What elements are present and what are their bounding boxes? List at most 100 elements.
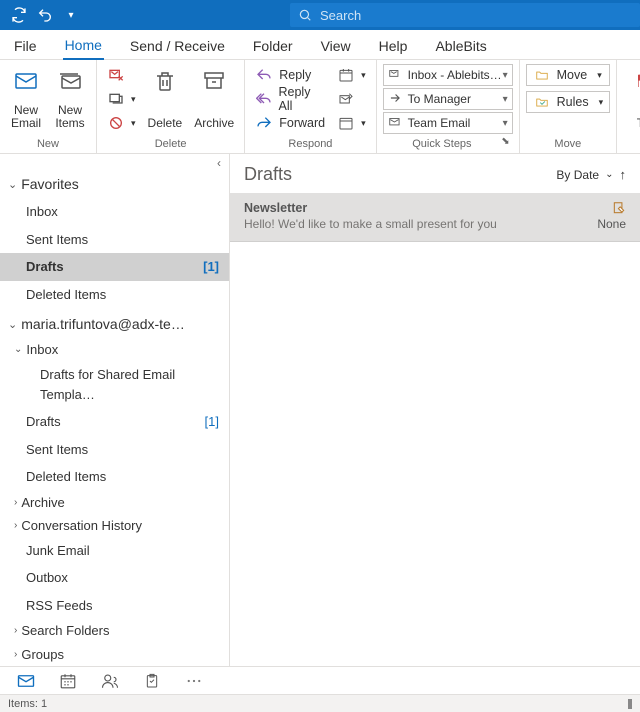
favorites-header[interactable]: ⌄Favorites (0, 170, 229, 198)
chevron-down-icon: ▾ (131, 118, 136, 129)
chevron-down-icon: ▾ (503, 118, 508, 129)
meeting-button[interactable]: ▾ (333, 64, 370, 86)
mail-move-icon (388, 67, 404, 83)
people-nav-icon[interactable] (100, 671, 120, 691)
forward-arrow-icon (388, 91, 404, 107)
chevron-down-icon[interactable]: ▾ (62, 6, 80, 24)
folder-groups[interactable]: ›Groups (0, 643, 229, 666)
draft-edit-icon (612, 201, 626, 215)
mail-stack-icon (54, 66, 86, 96)
forward-icon (255, 114, 273, 132)
trash-icon (149, 66, 181, 96)
sort-direction-icon[interactable]: ↑ (620, 167, 627, 182)
folder-deleted-2[interactable]: Deleted Items (0, 463, 229, 491)
ribbon-group-delete: ▾ ▾ Delete Archive Delete (97, 60, 245, 153)
ribbon: New Email New Items New ▾ ▾ Delete Archi… (0, 60, 640, 154)
folder-outbox[interactable]: Outbox (0, 564, 229, 592)
ignore-button[interactable] (103, 64, 140, 86)
menu-bar: File Home Send / Receive Folder View Hel… (0, 30, 640, 60)
new-email-button[interactable]: New Email (6, 64, 46, 132)
reply-button[interactable]: Reply (251, 64, 329, 86)
sync-icon[interactable] (10, 6, 28, 24)
more-respond-button[interactable]: ▾ (333, 112, 370, 134)
tags-button[interactable]: Ta (623, 64, 640, 132)
menu-help[interactable]: Help (377, 33, 410, 59)
message-item[interactable]: Newsletter Hello! We'd like to make a sm… (230, 193, 640, 242)
junk-icon (107, 114, 125, 132)
item-count: Items: 1 (8, 698, 47, 710)
folder-junk[interactable]: Junk Email (0, 537, 229, 565)
reply-icon (255, 66, 273, 84)
folder-drafts[interactable]: Drafts[1] (0, 253, 229, 281)
chevron-down-icon: ▾ (131, 94, 136, 105)
tasks-nav-icon[interactable] (142, 671, 162, 691)
more-nav-icon[interactable] (184, 671, 204, 691)
zoom-handle[interactable] (628, 699, 632, 709)
menu-ablebits[interactable]: AbleBits (433, 33, 488, 59)
chevron-down-icon: ▾ (503, 94, 508, 105)
sort-control[interactable]: By Date ⌄ ↑ (556, 167, 626, 182)
chevron-right-icon: › (14, 520, 17, 531)
ribbon-group-label: Quick Steps (383, 136, 502, 153)
rules-button[interactable]: Rules▾ (526, 91, 611, 113)
junk-button[interactable]: ▾ (103, 112, 140, 134)
delete-button[interactable]: Delete (144, 64, 187, 132)
message-subject: Newsletter (244, 201, 497, 215)
folder-sent-2[interactable]: Sent Items (0, 436, 229, 464)
dialog-launcher-icon[interactable]: ⬊ (501, 136, 512, 153)
folder-archive[interactable]: ›Archive (0, 491, 229, 514)
forward-button[interactable]: Forward (251, 112, 329, 134)
mail-icon (10, 66, 42, 96)
move-button[interactable]: Move▾ (526, 64, 611, 86)
ribbon-group-new: New Email New Items New (0, 60, 97, 153)
quick-step-team-email[interactable]: Team Email▾ (383, 112, 513, 134)
more-icon (337, 114, 355, 132)
folder-sent-items[interactable]: Sent Items (0, 226, 229, 254)
main-area: ‹ ⌄Favorites Inbox Sent Items Drafts[1] … (0, 154, 640, 666)
folder-deleted[interactable]: Deleted Items (0, 281, 229, 309)
menu-folder[interactable]: Folder (251, 33, 295, 59)
archive-button[interactable]: Archive (190, 64, 238, 132)
cleanup-button[interactable]: ▾ (103, 88, 140, 110)
reply-all-icon (255, 90, 272, 108)
message-preview: Hello! We'd like to make a small present… (244, 217, 497, 231)
account-inbox[interactable]: ⌄Inbox (0, 338, 229, 361)
menu-file[interactable]: File (12, 33, 39, 59)
folder-pane: ‹ ⌄Favorites Inbox Sent Items Drafts[1] … (0, 154, 230, 666)
quick-step-inbox[interactable]: Inbox - Ablebits…▾ (383, 64, 513, 86)
calendar-nav-icon[interactable] (58, 671, 78, 691)
folder-search-folders[interactable]: ›Search Folders (0, 619, 229, 642)
menu-send-receive[interactable]: Send / Receive (128, 33, 227, 59)
folder-shared-drafts[interactable]: Drafts for Shared Email Templa… (0, 361, 229, 408)
mail-nav-icon[interactable] (16, 671, 36, 691)
chevron-down-icon: ▾ (597, 70, 602, 81)
reply-all-button[interactable]: Reply All (251, 88, 329, 110)
search-input[interactable] (320, 8, 632, 23)
chevron-down-icon: ⌄ (605, 169, 613, 180)
ribbon-group-label (623, 136, 640, 153)
share-button[interactable] (333, 88, 370, 110)
account-header[interactable]: ⌄maria.trifuntova@adx-te… (0, 310, 229, 338)
folder-rss[interactable]: RSS Feeds (0, 592, 229, 620)
search-box[interactable] (290, 3, 640, 27)
quick-step-to-manager[interactable]: To Manager▾ (383, 88, 513, 110)
chevron-down-icon: ▾ (361, 70, 366, 81)
title-bar: ▾ (0, 0, 640, 30)
ribbon-group-respond: Reply Reply All Forward ▾ ▾ Respond (245, 60, 376, 153)
folder-conversation-history[interactable]: ›Conversation History (0, 514, 229, 537)
undo-icon[interactable] (36, 6, 54, 24)
new-items-button[interactable]: New Items (50, 64, 90, 132)
chevron-right-icon: › (14, 497, 17, 508)
menu-view[interactable]: View (319, 33, 353, 59)
folder-inbox[interactable]: Inbox (0, 198, 229, 226)
chevron-down-icon: ⌄ (8, 178, 17, 191)
ribbon-group-move: Move▾ Rules▾ Move (520, 60, 618, 153)
flag-icon (627, 66, 640, 96)
collapse-pane-icon[interactable]: ‹ (0, 154, 229, 170)
chevron-down-icon: ▾ (361, 118, 366, 129)
folder-drafts-2[interactable]: Drafts[1] (0, 408, 229, 436)
menu-home[interactable]: Home (63, 32, 104, 60)
folder-title: Drafts (244, 164, 292, 185)
ribbon-group-quick-steps: Inbox - Ablebits…▾ To Manager▾ Team Emai… (377, 60, 520, 153)
ribbon-group-label: Respond (251, 136, 369, 153)
